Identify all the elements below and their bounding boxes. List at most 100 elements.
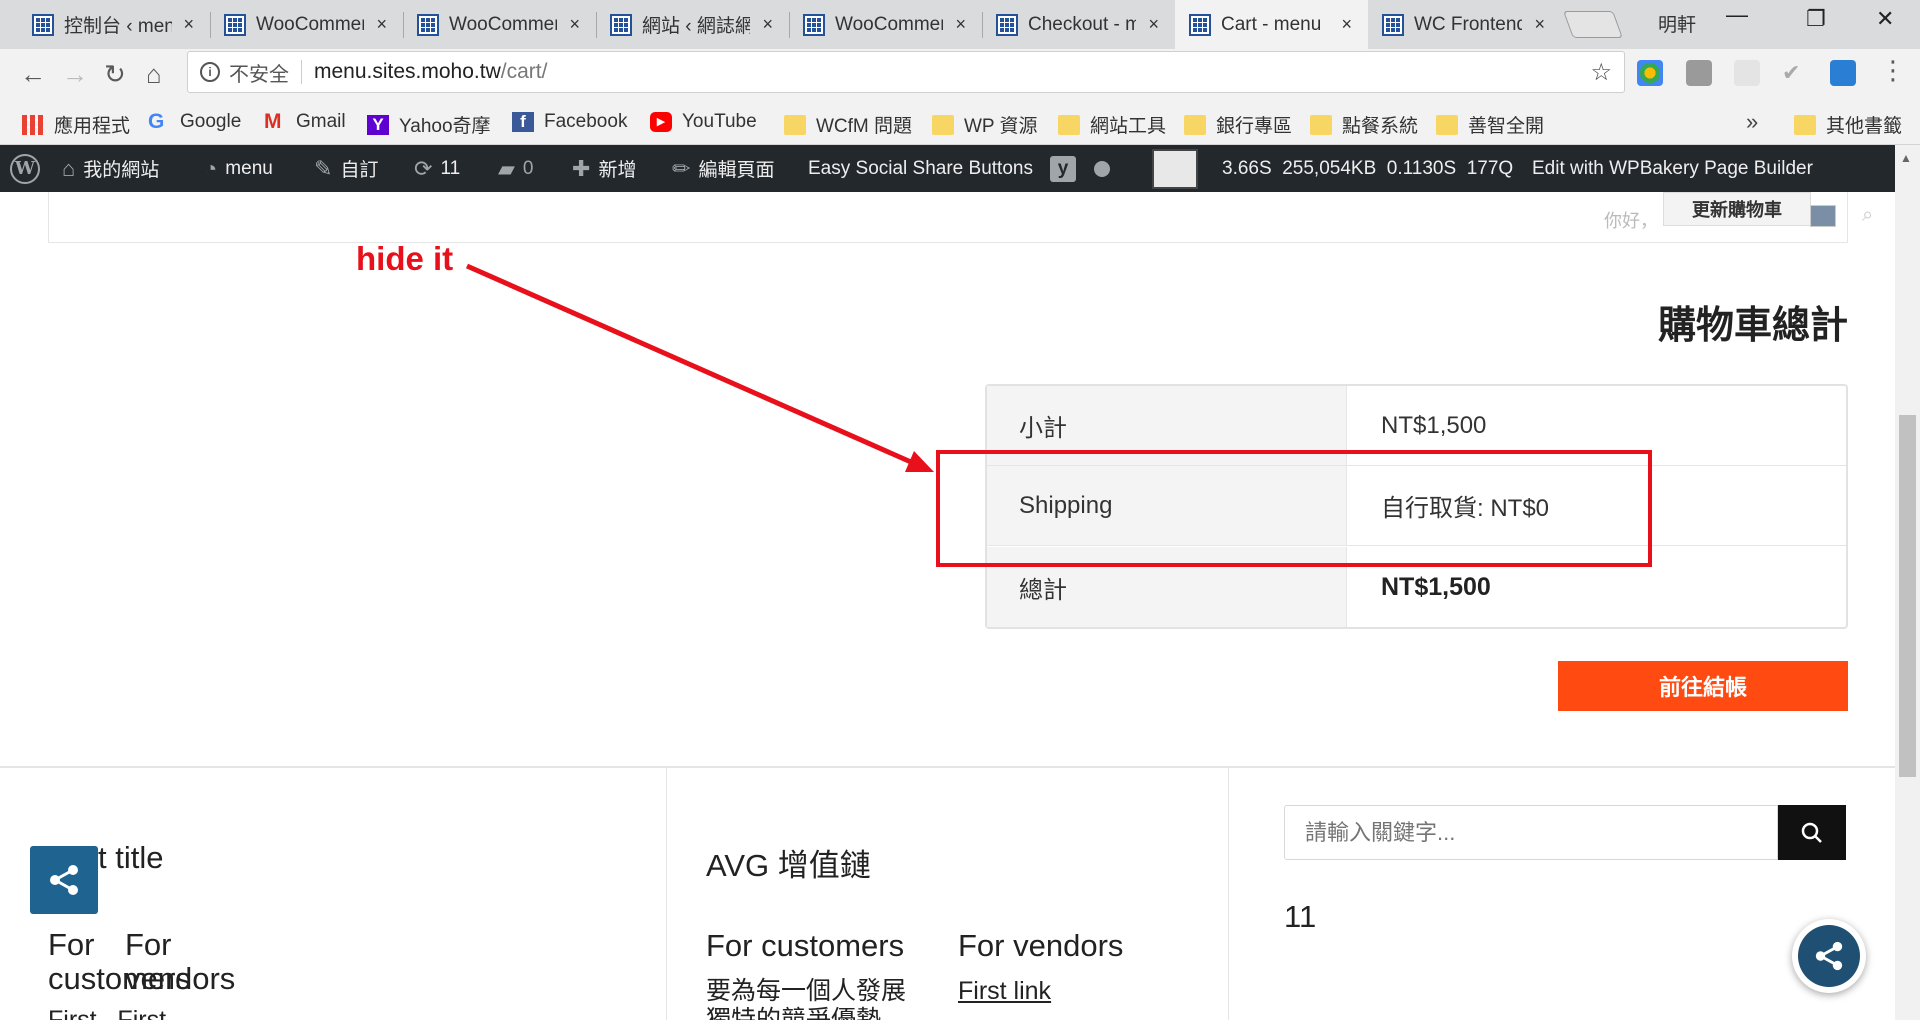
share-icon xyxy=(50,865,78,895)
footer-column-divider xyxy=(1228,768,1229,1020)
admin-edit-page-link[interactable]: ✏ 編輯頁面 xyxy=(672,145,774,192)
site-favicon-icon xyxy=(1189,13,1211,36)
admin-updates-link[interactable]: ⟳ 11 xyxy=(414,145,460,192)
folder-icon xyxy=(784,114,806,135)
floating-share-button[interactable] xyxy=(1792,919,1866,993)
updates-count: 11 xyxy=(440,157,461,179)
bookmarks-overflow-button[interactable]: » xyxy=(1746,109,1758,135)
close-window-icon[interactable]: ✕ xyxy=(1876,6,1894,32)
updates-icon: ⟳ xyxy=(414,155,433,181)
update-cart-button[interactable]: 更新購物車 xyxy=(1663,192,1811,226)
footer-col1-links[interactable]: First First xyxy=(48,1006,166,1020)
scroll-up-icon[interactable]: ▲ xyxy=(1900,151,1912,165)
reload-icon[interactable]: ↻ xyxy=(104,59,126,90)
tab-title: 網站 ‹ 網誌網路 xyxy=(642,16,750,37)
annotation-highlight-box xyxy=(936,450,1652,567)
close-tab-icon[interactable]: × xyxy=(376,14,387,35)
dashboard-gauge-icon: ◔ xyxy=(204,155,218,181)
folder-icon xyxy=(1436,114,1458,135)
close-tab-icon[interactable]: × xyxy=(1341,14,1352,35)
checkmark-icon[interactable]: ✔ xyxy=(1782,60,1808,86)
footer-search-input[interactable] xyxy=(1284,805,1778,860)
admin-site-link[interactable]: ⌂ 我的網站 xyxy=(62,145,159,192)
bookmark-label: Gmail xyxy=(296,111,346,132)
wordpress-logo-icon[interactable]: W xyxy=(10,145,40,192)
bookmark-apps[interactable]: 應用程式 xyxy=(22,111,130,138)
footer-col1-customers: For customers xyxy=(48,927,191,997)
footer-search-button[interactable] xyxy=(1778,805,1846,860)
admin-new-link[interactable]: ✚ 新增 xyxy=(572,145,636,192)
bookmark-facebook[interactable]: f Facebook xyxy=(512,111,627,133)
query-stats-text: 3.66S 255,054KB 0.1130S 177Q xyxy=(1222,157,1514,179)
forward-icon[interactable]: → xyxy=(62,59,88,90)
close-tab-icon[interactable]: × xyxy=(1148,14,1159,35)
back-icon[interactable]: ← xyxy=(20,59,46,90)
smartpki-icon[interactable] xyxy=(1734,60,1760,86)
wpbakery-edit-link[interactable]: Edit with WPBakery Page Builder xyxy=(1532,145,1813,192)
site-favicon-icon xyxy=(803,13,825,36)
restore-window-icon[interactable]: ❐ xyxy=(1806,6,1826,32)
browser-tab[interactable]: WooCommerce × xyxy=(789,0,982,49)
admin-social-share-link[interactable]: Easy Social Share Buttons xyxy=(808,145,1033,192)
bookmark-folder[interactable]: 善智全開 xyxy=(1436,111,1544,138)
address-bar[interactable]: i 不安全 menu.sites.moho.tw /cart/ ☆ xyxy=(187,51,1625,93)
admin-dashboard-label: menu xyxy=(225,157,273,179)
bookmark-label: Yahoo奇摩 xyxy=(399,116,491,137)
extension-blue-icon[interactable] xyxy=(1830,60,1856,86)
browser-tab[interactable]: WooCommerce × xyxy=(210,0,403,49)
browser-tab[interactable]: 控制台 ‹ menu × xyxy=(18,0,210,49)
bookmark-star-icon[interactable]: ☆ xyxy=(1590,58,1612,87)
site-favicon-icon xyxy=(224,13,246,36)
close-tab-icon[interactable]: × xyxy=(955,14,966,35)
bookmark-folder[interactable]: 點餐系統 xyxy=(1310,111,1418,138)
browser-tab[interactable]: 網站 ‹ 網誌網路 × xyxy=(596,0,789,49)
close-tab-icon[interactable]: × xyxy=(569,14,580,35)
footer-col1-vendors: For vendors xyxy=(125,927,236,997)
close-tab-icon[interactable]: × xyxy=(762,14,773,35)
footer-first-link[interactable]: First link xyxy=(958,977,1051,1006)
bookmark-gmail[interactable]: M Gmail xyxy=(264,111,346,133)
bookmark-folder[interactable]: WP 資源 xyxy=(932,111,1038,138)
admin-comments-link[interactable]: ▰ 0 xyxy=(498,145,534,192)
scrollbar-thumb[interactable] xyxy=(1899,415,1916,777)
bookmark-google[interactable]: G Google xyxy=(148,111,241,133)
user-greeting: 你好， xyxy=(1604,211,1658,231)
youtube-icon: ▶ xyxy=(650,112,672,132)
browser-tab[interactable]: WC Frontend × xyxy=(1368,0,1561,49)
tab-title: Cart - menu xyxy=(1221,13,1322,35)
admin-customize-link[interactable]: ✎ 自訂 xyxy=(314,145,378,192)
avatar[interactable] xyxy=(1810,205,1836,227)
query-monitor-icon[interactable] xyxy=(1152,149,1198,189)
new-tab-button[interactable] xyxy=(1563,11,1623,38)
profile-name[interactable]: 明軒 xyxy=(1658,10,1696,37)
menu-kebab-icon[interactable]: ⋮ xyxy=(1880,55,1906,86)
browser-tab[interactable]: WooCommerce × xyxy=(403,0,596,49)
site-info-icon[interactable]: i xyxy=(200,62,220,82)
url-path: /cart/ xyxy=(500,60,548,83)
search-icon[interactable]: ⌕ xyxy=(1862,204,1873,227)
folder-icon xyxy=(1794,114,1816,135)
extension-icon[interactable] xyxy=(1637,60,1663,86)
bookmark-folder[interactable]: 銀行專區 xyxy=(1184,111,1292,138)
browser-tab-active[interactable]: Cart - menu × xyxy=(1175,0,1368,49)
admin-dashboard-link[interactable]: ◔ menu xyxy=(204,145,273,192)
other-bookmarks[interactable]: 其他書籤 xyxy=(1794,111,1902,138)
facebook-icon: f xyxy=(512,112,534,132)
extension-c-icon[interactable] xyxy=(1686,60,1712,86)
footer-col2-customers-heading: For customers xyxy=(706,928,905,963)
browser-tab[interactable]: Checkout - menu × xyxy=(982,0,1175,49)
bookmark-label: WCfM 問題 xyxy=(816,116,913,137)
close-tab-icon[interactable]: × xyxy=(183,14,194,35)
home-icon[interactable]: ⌂ xyxy=(146,59,162,90)
share-button[interactable] xyxy=(30,846,98,914)
bookmark-folder[interactable]: 網站工具 xyxy=(1058,111,1166,138)
minimize-window-icon[interactable]: — xyxy=(1726,2,1748,28)
page-scrollbar[interactable]: ▲ xyxy=(1895,145,1920,1020)
bookmark-yahoo[interactable]: Y Yahoo奇摩 xyxy=(367,111,491,138)
bookmark-folder[interactable]: WCfM 問題 xyxy=(784,111,912,138)
bookmark-youtube[interactable]: ▶ YouTube xyxy=(650,111,757,133)
yoast-seo-icon[interactable]: y xyxy=(1050,145,1076,192)
close-tab-icon[interactable]: × xyxy=(1534,14,1545,35)
proceed-to-checkout-button[interactable]: 前往結帳 xyxy=(1558,661,1848,711)
query-monitor-stats[interactable]: 3.66S 255,054KB 0.1130S 177Q xyxy=(1222,145,1513,192)
